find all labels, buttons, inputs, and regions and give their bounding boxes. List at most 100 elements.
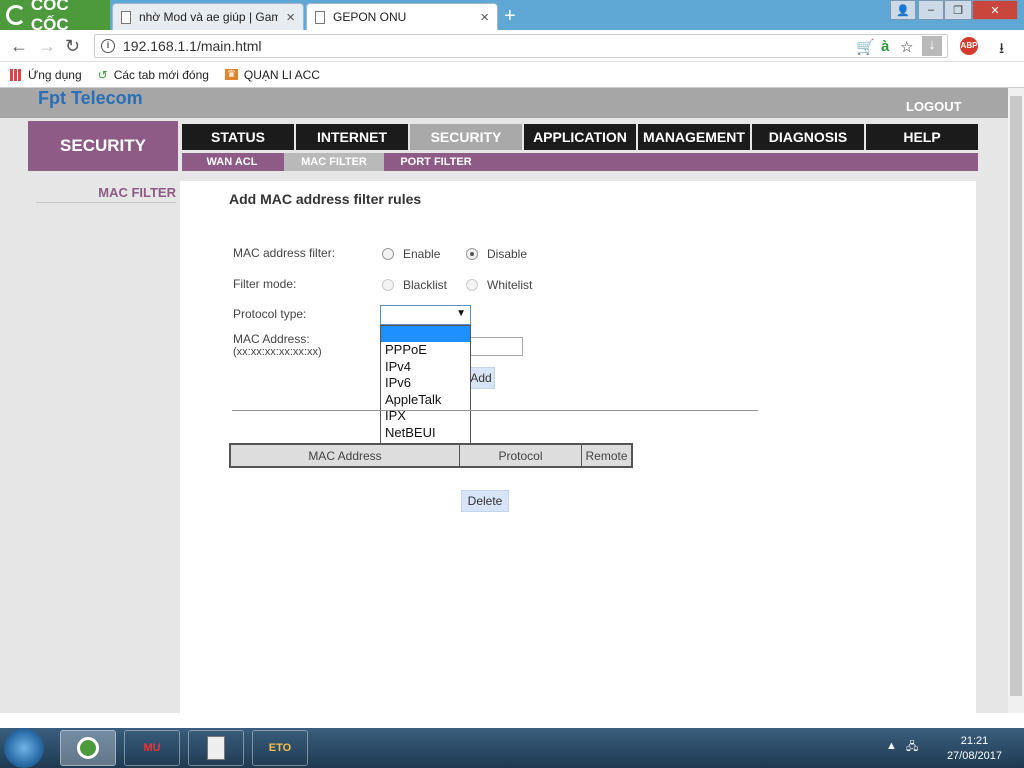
bookmark-quan-li-acc[interactable]: ♛ QUẠN LI ACC: [224, 68, 320, 82]
back-arrow-icon[interactable]: ←: [10, 36, 28, 57]
dropdown-option-pppoe[interactable]: PPPoE: [381, 342, 470, 359]
mac-filter-enable[interactable]: Enable: [382, 247, 440, 261]
tab-gepon-onu[interactable]: GEPON ONU ×: [306, 3, 498, 30]
col-remote: Remote: [585, 448, 628, 463]
whitelist-label: Whitelist: [487, 278, 533, 292]
blacklist-radio[interactable]: [382, 279, 394, 291]
star-icon[interactable]: ☆: [900, 38, 913, 56]
document-icon: [121, 10, 131, 24]
show-hidden-icons-icon[interactable]: ▲: [886, 740, 897, 752]
minimize-button[interactable]: –: [918, 0, 944, 20]
enable-radio[interactable]: [382, 248, 394, 260]
bookmark-label: Các tab mới đóng: [113, 67, 209, 82]
side-menu-mac-filter[interactable]: MAC FILTER: [36, 185, 176, 203]
menu-help[interactable]: HELP: [866, 124, 978, 150]
scrollbar-thumb[interactable]: [1010, 96, 1022, 696]
fpt-logo: Fpt Telecom: [38, 88, 143, 108]
close-tab-icon[interactable]: ×: [480, 9, 489, 26]
dropdown-option-blank[interactable]: [381, 326, 470, 342]
filter-mode-whitelist[interactable]: Whitelist: [466, 278, 532, 292]
mac-address-hint: (xx:xx:xx:xx:xx:xx): [233, 346, 322, 358]
tab-label: GEPON ONU: [333, 10, 407, 24]
disable-label: Disable: [487, 247, 528, 261]
delete-button[interactable]: Delete: [461, 490, 509, 512]
menu-diagnosis[interactable]: DIAGNOSIS: [752, 124, 864, 150]
content-panel: Add MAC address filter rules MAC address…: [180, 181, 976, 713]
mac-address-label: MAC Address:: [233, 332, 310, 346]
dropdown-arrow-icon: ▼: [456, 308, 466, 319]
whitelist-radio[interactable]: [466, 279, 478, 291]
menu-internet[interactable]: INTERNET: [296, 124, 408, 150]
mac-filter-disable[interactable]: Disable: [466, 247, 527, 261]
eto-game-icon: ETO: [268, 742, 292, 754]
mac-filter-label: MAC address filter:: [233, 246, 336, 260]
browser-titlebar: CỐC CỐC nhờ Mod và ae giúp | Gam × GEPON…: [0, 0, 1024, 34]
cart-icon[interactable]: 🛒: [856, 38, 875, 56]
mac-filter-table-header: MAC Address Protocol Remote: [229, 443, 633, 468]
main-nav: STATUS INTERNET SECURITY APPLICATION MAN…: [182, 124, 978, 150]
submenu-mac-filter[interactable]: MAC FILTER: [284, 153, 384, 171]
forward-arrow-icon[interactable]: →: [38, 36, 56, 57]
translate-icon[interactable]: à: [881, 38, 889, 55]
info-icon[interactable]: i: [101, 39, 115, 53]
download-icon[interactable]: ⭳: [999, 38, 1004, 63]
clock[interactable]: 21:21 27/08/2017: [947, 734, 1002, 764]
start-button[interactable]: [4, 728, 44, 768]
menu-management[interactable]: MANAGEMENT: [638, 124, 750, 150]
filter-mode-label: Filter mode:: [233, 277, 297, 291]
menu-status[interactable]: STATUS: [182, 124, 294, 150]
dropdown-option-appletalk[interactable]: AppleTalk: [381, 392, 470, 409]
vertical-scrollbar[interactable]: [1008, 88, 1024, 713]
bookmarks-bar: Ứng dụng ↺ Các tab mới đóng ♛ QUẠN LI AC…: [0, 62, 1024, 88]
col-protocol: Protocol: [460, 445, 582, 466]
filter-mode-blacklist[interactable]: Blacklist: [382, 278, 447, 292]
taskbar-notepad[interactable]: [188, 730, 244, 766]
tab-forum[interactable]: nhờ Mod và ae giúp | Gam ×: [112, 3, 304, 30]
history-icon: ↺: [97, 67, 108, 82]
coccoc-icon: [77, 737, 99, 759]
url-text[interactable]: 192.168.1.1/main.html: [123, 38, 262, 54]
submenu-wan-acl[interactable]: WAN ACL: [182, 153, 282, 171]
close-window-button[interactable]: ✕: [972, 0, 1018, 20]
adblock-icon[interactable]: ABP: [960, 37, 978, 55]
dropdown-option-netbeui[interactable]: NetBEUI: [381, 425, 470, 442]
menu-security[interactable]: SECURITY: [410, 124, 522, 150]
close-tab-icon[interactable]: ×: [286, 9, 295, 26]
divider: [232, 410, 758, 411]
system-tray: ▲ 🖧 21:21 27/08/2017: [884, 728, 1024, 768]
menu-application[interactable]: APPLICATION: [524, 124, 636, 150]
col-mac-address: MAC Address: [231, 445, 460, 466]
network-icon[interactable]: 🖧: [906, 738, 918, 757]
reload-icon[interactable]: ↻: [65, 36, 80, 57]
dropdown-option-ipv4[interactable]: IPv4: [381, 359, 470, 376]
submenu-port-filter[interactable]: PORT FILTER: [386, 153, 486, 171]
url-field[interactable]: i 192.168.1.1/main.html: [94, 34, 948, 58]
clock-date: 27/08/2017: [946, 750, 1002, 762]
router-page: Fpt Telecom LOGOUT SECURITY STATUS INTER…: [0, 88, 1008, 713]
mac-address-input[interactable]: [470, 337, 523, 356]
add-button[interactable]: Add: [467, 367, 495, 389]
download-box-icon[interactable]: ↓: [922, 36, 942, 56]
address-bar: ← → ↻ i 192.168.1.1/main.html 🛒 à ☆ ↓ AB…: [0, 30, 1024, 62]
tab-label: nhờ Mod và ae giúp | Gam: [139, 10, 279, 24]
taskbar-eto[interactable]: ETO: [252, 730, 308, 766]
page-title: Add MAC address filter rules: [229, 191, 422, 207]
logout-link[interactable]: LOGOUT: [906, 99, 962, 114]
restore-button[interactable]: ❐: [944, 0, 972, 20]
document-icon: [315, 10, 325, 24]
taskbar-coccoc[interactable]: [60, 730, 116, 766]
coccoc-logo[interactable]: CỐC CỐC: [0, 0, 110, 34]
mu-game-icon: MU: [143, 742, 161, 754]
taskbar-mu[interactable]: MU: [124, 730, 180, 766]
protocol-type-label: Protocol type:: [233, 307, 307, 321]
new-tab-plus-icon[interactable]: +: [504, 5, 516, 28]
dropdown-option-ipv6[interactable]: IPv6: [381, 375, 470, 392]
windows-taskbar: MU ETO ▲ 🖧 21:21 27/08/2017: [0, 728, 1024, 768]
bookmark-apps[interactable]: Ứng dụng: [10, 68, 82, 82]
bookmark-recent-tabs[interactable]: ↺ Các tab mới đóng: [98, 68, 209, 82]
sub-nav: WAN ACL MAC FILTER PORT FILTER: [182, 153, 978, 171]
bookmark-label: Ứng dụng: [28, 67, 82, 82]
protocol-type-select[interactable]: ▼: [380, 305, 471, 325]
user-icon[interactable]: 👤: [890, 0, 916, 20]
disable-radio[interactable]: [466, 248, 478, 260]
